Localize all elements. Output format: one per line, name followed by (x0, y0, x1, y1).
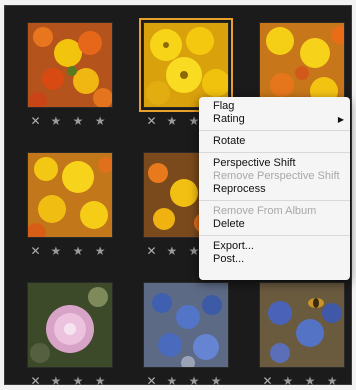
rating-stars[interactable]: ★ ★ ★ (51, 244, 110, 258)
menu-separator (199, 200, 350, 201)
thumbnail-image[interactable] (27, 152, 113, 238)
thumbnail-image[interactable] (27, 282, 113, 368)
flag-x-icon[interactable]: ✕ (30, 114, 44, 128)
thumbnail-cell[interactable]: ✕ ★ ★ ★ (27, 282, 115, 390)
thumbnail-image-selected[interactable] (139, 18, 233, 112)
rating-row: ✕ ★ ★ ★ (27, 374, 113, 388)
menu-item-remove-perspective-shift: Remove Perspective Shift (213, 170, 340, 182)
rating-row: ✕ ★ ★ ★ (259, 374, 345, 388)
rating-stars[interactable]: ★ ★ ★ (51, 114, 110, 128)
photo-browser: ✕ ★ ★ ★ ✕ ★ ★ ★ ✕ ★ ★ ★ ✕ ★ ★ ★ ✕ ★ ★ ★ … (4, 5, 352, 388)
flag-x-icon[interactable]: ✕ (146, 374, 160, 388)
menu-item-export[interactable]: Export... (199, 240, 350, 253)
rating-stars[interactable]: ★ ★ ★ (283, 374, 342, 388)
submenu-arrow-icon: ▶ (337, 115, 344, 124)
flag-x-icon[interactable]: ✕ (30, 374, 44, 388)
menu-item-flag[interactable]: Flag (199, 100, 350, 113)
rating-stars[interactable]: ★ ★ ★ (51, 374, 110, 388)
menu-item-delete[interactable]: Delete (199, 218, 350, 231)
menu-separator (199, 235, 350, 236)
thumbnail-image[interactable] (27, 22, 113, 108)
thumbnail-cell[interactable]: ✕ ★ ★ ★ (27, 152, 115, 260)
flag-x-icon[interactable]: ✕ (30, 244, 44, 258)
menu-item-reprocess[interactable]: Reprocess (199, 183, 350, 196)
menu-item-perspective-shift[interactable]: Perspective Shift (199, 157, 350, 170)
menu-item-label: Rating (213, 113, 245, 125)
rating-stars[interactable]: ★ ★ ★ (167, 374, 226, 388)
menu-item-rating[interactable]: Rating ▶ (199, 113, 350, 126)
thumbnail-cell[interactable]: ✕ ★ ★ ★ (143, 282, 231, 390)
menu-item-rotate[interactable]: Rotate (199, 135, 350, 148)
rating-row: ✕ ★ ★ ★ (27, 244, 113, 258)
thumbnail-image[interactable] (259, 282, 345, 368)
rating-row: ✕ ★ ★ ★ (143, 374, 229, 388)
thumbnail-cell[interactable]: ✕ ★ ★ ★ (27, 22, 115, 130)
thumbnail-image[interactable] (259, 22, 345, 108)
flag-x-icon[interactable]: ✕ (146, 244, 160, 258)
flag-x-icon[interactable]: ✕ (262, 374, 276, 388)
menu-item-remove-from-album: Remove From Album (213, 205, 317, 217)
menu-separator (199, 130, 350, 131)
rating-row: ✕ ★ ★ ★ (27, 114, 113, 128)
menu-separator (199, 152, 350, 153)
thumbnail-image[interactable] (143, 282, 229, 368)
menu-item-post[interactable]: Post... (199, 253, 350, 266)
flag-x-icon[interactable]: ✕ (146, 114, 160, 128)
context-menu: Flag Rating ▶ Rotate Perspective Shift R… (199, 97, 350, 280)
thumbnail-cell[interactable]: ✕ ★ ★ ★ (259, 282, 347, 390)
